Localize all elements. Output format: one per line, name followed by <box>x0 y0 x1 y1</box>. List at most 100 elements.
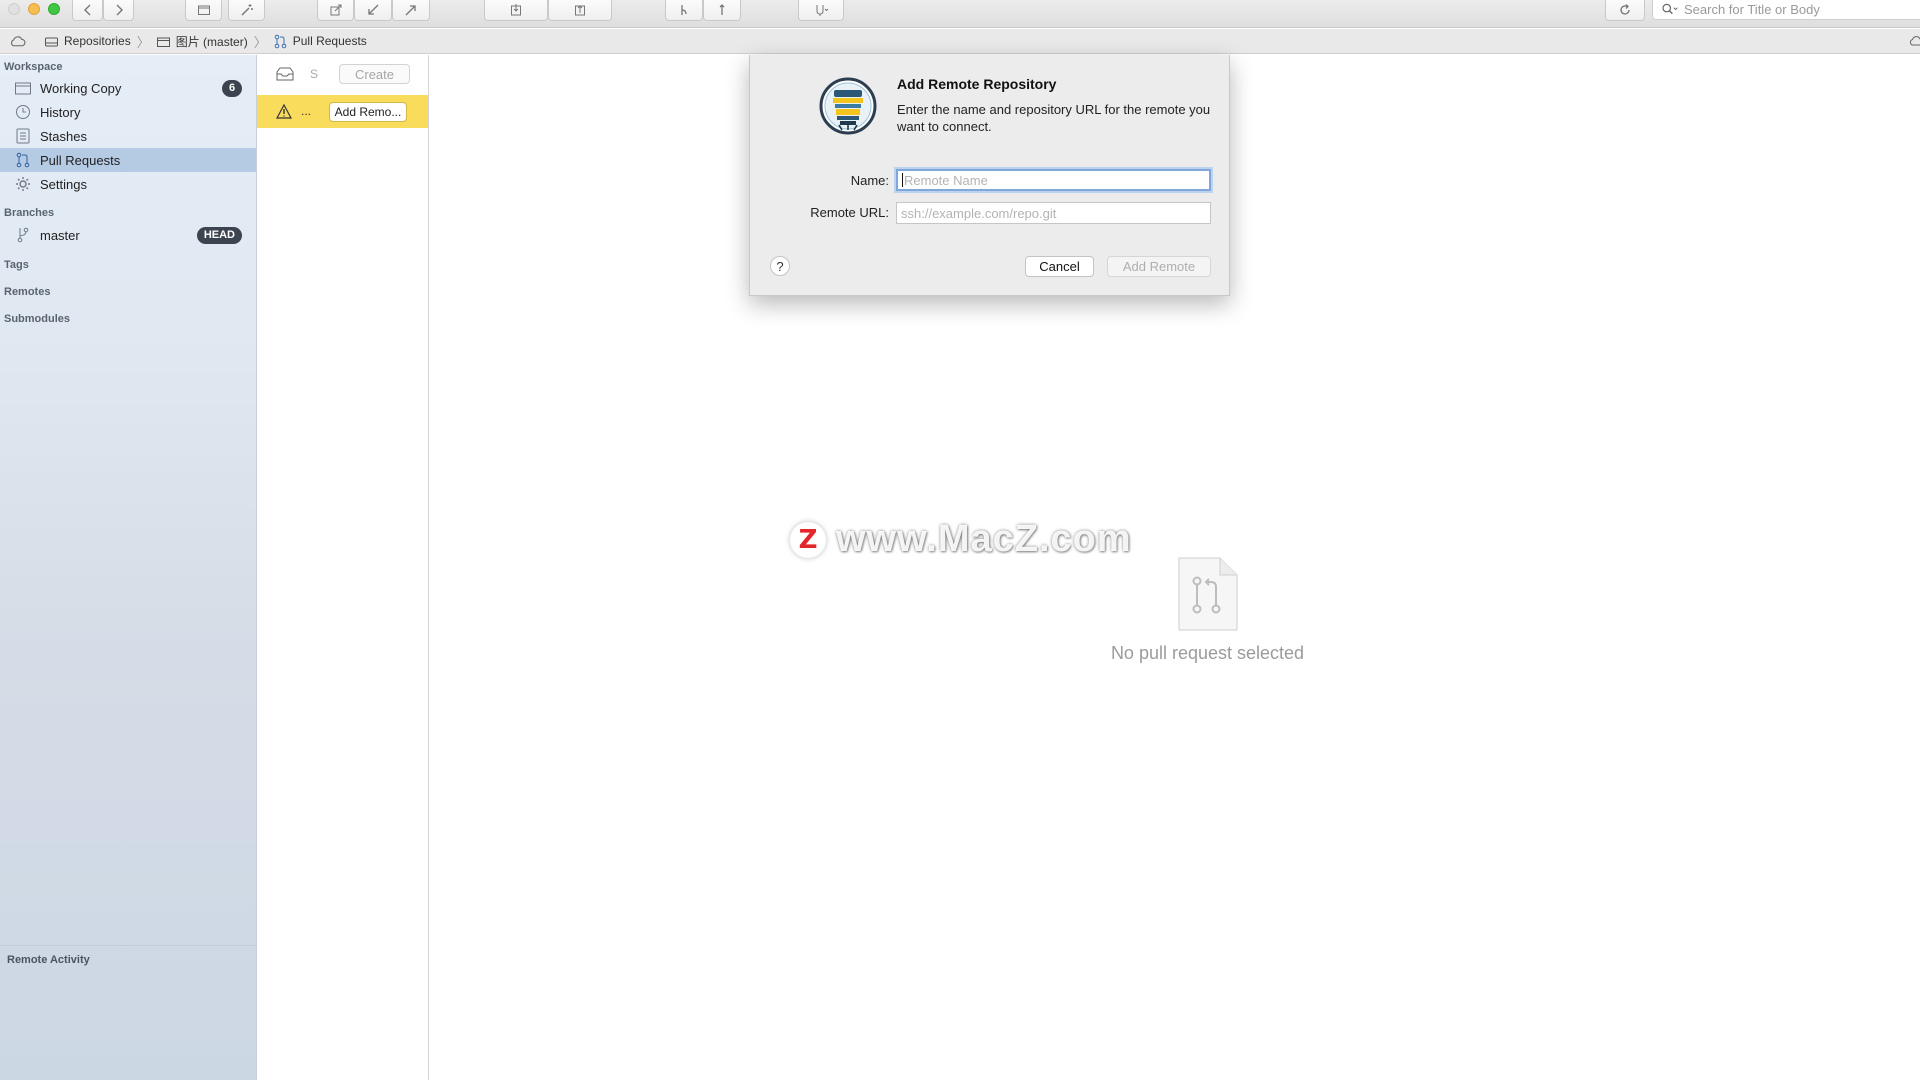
sidebar-item-settings[interactable]: Settings <box>0 172 256 196</box>
stash-button[interactable] <box>484 0 548 21</box>
commit-icon <box>330 4 341 16</box>
sidebar-item-label: Working Copy <box>40 80 122 96</box>
remote-url-placeholder: ssh://example.com/repo.git <box>901 205 1057 221</box>
breadcrumb-label: 图片 (master) <box>175 34 248 49</box>
add-remote-shortcut-button[interactable]: Add Remo... <box>329 102 407 122</box>
breadcrumb-repositories[interactable]: Repositories <box>44 34 131 48</box>
section-header-submodules[interactable]: Submodules <box>4 313 70 325</box>
dialog-message: Enter the name and repository URL for th… <box>897 102 1211 134</box>
push-button[interactable] <box>392 0 430 21</box>
commit-button[interactable] <box>317 0 354 21</box>
breadcrumb-repository[interactable]: 图片 (master) <box>156 33 248 50</box>
breadcrumb-label: Pull Requests <box>292 34 367 48</box>
minimize-window-button[interactable] <box>28 3 40 15</box>
warning-icon <box>276 104 292 119</box>
tag-button[interactable] <box>703 0 741 21</box>
breadcrumb-label: Repositories <box>64 34 131 48</box>
breadcrumb: Repositories 〉 图片 (master) 〉 Pull Reques… <box>0 29 1920 54</box>
close-window-button[interactable] <box>8 3 20 15</box>
section-header-remotes[interactable]: Remotes <box>4 286 50 298</box>
count-badge: 6 <box>222 79 242 97</box>
stash-icon <box>13 127 33 145</box>
sidebar-item-history[interactable]: History <box>0 100 256 124</box>
remote-url-label: Remote URL: <box>810 205 889 220</box>
sidebar-item-label: Pull Requests <box>40 152 121 168</box>
search-icon <box>1662 3 1678 15</box>
empty-state: No pull request selected <box>1080 557 1335 664</box>
back-button[interactable] <box>72 0 103 21</box>
zoom-window-button[interactable] <box>48 3 60 15</box>
sidebar-item-label: Stashes <box>40 128 87 144</box>
wand-icon <box>241 4 253 16</box>
pull-button[interactable] <box>354 0 392 21</box>
branch-icon <box>13 226 33 244</box>
sidebar-item-label: History <box>40 104 81 120</box>
add-remote-button[interactable]: Add Remote <box>1107 256 1211 277</box>
pull-request-document-icon <box>1178 557 1237 631</box>
add-remote-dialog: Add Remote Repository Enter the name and… <box>749 55 1230 296</box>
magic-button[interactable] <box>228 0 265 21</box>
folder-icon <box>156 37 170 47</box>
forward-icon <box>116 4 123 16</box>
pull-icon <box>368 4 379 15</box>
push-icon <box>405 5 416 16</box>
branch-button[interactable] <box>665 0 703 21</box>
warning-text: ... <box>301 104 312 118</box>
stash-icon <box>511 4 521 16</box>
cloud-icon[interactable] <box>1908 35 1920 47</box>
cloud-icon[interactable] <box>9 35 26 48</box>
refresh-button[interactable] <box>1605 0 1645 21</box>
watermark-logo: Z <box>790 521 826 558</box>
watermark: Z www.MacZ.com <box>790 518 1132 561</box>
back-icon <box>83 4 90 16</box>
sidebar-item-label: Settings <box>40 176 87 192</box>
refresh-icon <box>1620 4 1630 15</box>
pull-request-icon <box>274 34 287 48</box>
unstash-icon <box>575 5 585 16</box>
inbox-icon[interactable] <box>275 66 295 82</box>
list-toolbar: S Create <box>257 55 428 93</box>
sidebar-item-master[interactable]: master HEAD <box>0 223 256 247</box>
remote-name-input[interactable]: Remote Name <box>896 169 1211 191</box>
create-button[interactable]: Create <box>339 64 410 84</box>
chevron-right-icon: 〉 <box>253 34 267 50</box>
tag-icon <box>719 4 725 15</box>
sidebar-item-working-copy[interactable]: Working Copy 6 <box>0 76 256 100</box>
name-label: Name: <box>850 173 889 188</box>
remote-activity-label: Remote Activity <box>7 954 90 966</box>
section-header-tags[interactable]: Tags <box>4 259 29 271</box>
merge-icon <box>816 5 829 16</box>
repositories-icon <box>45 37 58 46</box>
app-icon <box>819 77 877 135</box>
merge-menu-button[interactable] <box>798 0 844 21</box>
toolbar: Search for Title or Body <box>0 0 1920 28</box>
cancel-button[interactable]: Cancel <box>1025 256 1094 277</box>
chevron-right-icon: 〉 <box>136 34 150 50</box>
open-folder-button[interactable] <box>185 0 222 21</box>
remote-url-input[interactable]: ssh://example.com/repo.git <box>896 202 1211 224</box>
section-header-branches: Branches <box>4 207 55 219</box>
help-button[interactable]: ? <box>770 256 790 276</box>
text-cursor <box>902 173 903 187</box>
unstash-button[interactable] <box>548 0 612 21</box>
pull-request-icon <box>13 151 33 169</box>
sidebar-item-pull-requests[interactable]: Pull Requests <box>0 148 256 172</box>
gear-icon <box>13 175 33 193</box>
sidebar-item-label: master <box>40 227 80 243</box>
sidebar: Workspace Working Copy 6 History Stashes… <box>0 55 257 1080</box>
watermark-text: www.MacZ.com <box>836 518 1132 560</box>
pull-request-list: S Create ... Add Remo... <box>257 55 429 1080</box>
breadcrumb-pull-requests[interactable]: Pull Requests <box>273 34 367 49</box>
folder-icon <box>13 79 33 97</box>
folder-icon <box>197 5 210 15</box>
clock-icon <box>13 103 33 121</box>
search-input[interactable]: Search for Title or Body <box>1652 0 1920 20</box>
divider <box>0 945 256 946</box>
section-header-workspace: Workspace <box>4 61 63 73</box>
sidebar-item-stashes[interactable]: Stashes <box>0 124 256 148</box>
forward-button[interactable] <box>103 0 134 21</box>
dialog-title: Add Remote Repository <box>897 76 1057 92</box>
remote-name-placeholder: Remote Name <box>904 172 988 188</box>
warning-row: ... Add Remo... <box>257 95 428 128</box>
empty-state-text: No pull request selected <box>1110 643 1305 663</box>
